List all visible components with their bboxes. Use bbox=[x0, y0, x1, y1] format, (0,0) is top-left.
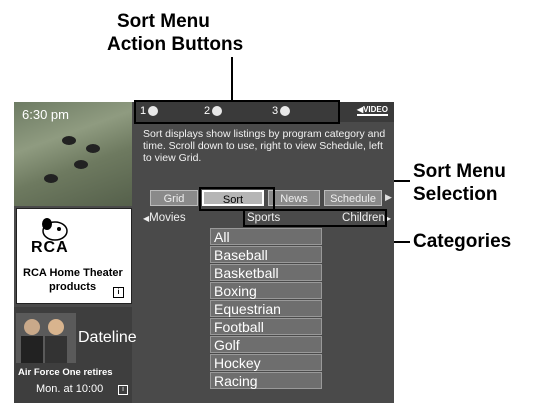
sort-selection-highlight-box bbox=[199, 187, 275, 211]
tabs-scroll-right-icon[interactable]: ▶ bbox=[385, 192, 392, 203]
rca-brand-logo: RCA bbox=[31, 239, 69, 256]
callout-right1-line2: Selection bbox=[413, 184, 498, 205]
dateline-line1: Air Force One retires bbox=[18, 367, 113, 378]
sort-item-boxing[interactable]: Boxing bbox=[210, 282, 322, 299]
callout-categories: Categories bbox=[413, 231, 512, 252]
tab-news[interactable]: News bbox=[268, 190, 320, 206]
anchors-photo-icon bbox=[16, 313, 76, 363]
motorcycle-icon bbox=[62, 136, 76, 145]
rca-ad-line1: RCA Home Theater bbox=[23, 267, 123, 279]
dog-mascot-icon bbox=[42, 218, 68, 241]
callout-sort-menu-action-buttons: Sort Menu Action Buttons bbox=[107, 10, 243, 56]
sort-item-all[interactable]: All bbox=[210, 228, 322, 245]
info-icon: i bbox=[113, 287, 124, 298]
sort-item-equestrian[interactable]: Equestrian bbox=[210, 300, 322, 317]
action-buttons-highlight-box bbox=[134, 100, 340, 124]
dateline-title: Dateline bbox=[78, 329, 137, 346]
callout-top-line1: Sort Menu bbox=[117, 11, 210, 32]
sort-item-football[interactable]: Football bbox=[210, 318, 322, 335]
categories-highlight-box bbox=[243, 209, 387, 227]
dateline-line2: Mon. at 10:00 bbox=[36, 383, 104, 395]
callout-top-line2: Action Buttons bbox=[107, 34, 244, 55]
sort-category-list: All Baseball Basketball Boxing Equestria… bbox=[210, 228, 322, 390]
callout-right1-line1: Sort Menu bbox=[413, 161, 506, 182]
rca-ad-panel[interactable]: RCA RCA Home Theater products i bbox=[16, 208, 132, 304]
sort-item-hockey[interactable]: Hockey bbox=[210, 354, 322, 371]
callout-top-connector bbox=[231, 57, 233, 102]
sort-item-basketball[interactable]: Basketball bbox=[210, 264, 322, 281]
video-guide-logo: ◀VIDEO bbox=[356, 105, 388, 116]
info-icon: i bbox=[118, 385, 128, 395]
sort-item-baseball[interactable]: Baseball bbox=[210, 246, 322, 263]
category-left-label: Movies bbox=[149, 212, 186, 224]
video-guide-logo-text: VIDEO bbox=[363, 105, 388, 114]
tab-schedule[interactable]: Schedule bbox=[324, 190, 382, 206]
motorcycle-icon bbox=[44, 174, 58, 183]
live-video-thumbnail[interactable]: 6:30 pm bbox=[14, 102, 132, 206]
dateline-ad-panel[interactable]: Dateline Air Force One retires Mon. at 1… bbox=[14, 307, 137, 403]
motorcycle-icon bbox=[86, 144, 100, 153]
guide-screen: 6:30 pm RCA RCA Home Theater products i … bbox=[14, 102, 394, 403]
callout-sort-menu-selection: Sort Menu Selection bbox=[413, 160, 506, 206]
motorcycle-icon bbox=[74, 160, 88, 169]
time-label: 6:30 pm bbox=[22, 107, 69, 122]
sort-item-golf[interactable]: Golf bbox=[210, 336, 322, 353]
tab-grid[interactable]: Grid bbox=[150, 190, 198, 206]
rca-ad-line2: products bbox=[49, 281, 97, 293]
sort-info-text: Sort displays show listings by program c… bbox=[143, 128, 386, 164]
sort-item-racing[interactable]: Racing bbox=[210, 372, 322, 389]
category-left[interactable]: ◀Movies bbox=[143, 210, 186, 227]
